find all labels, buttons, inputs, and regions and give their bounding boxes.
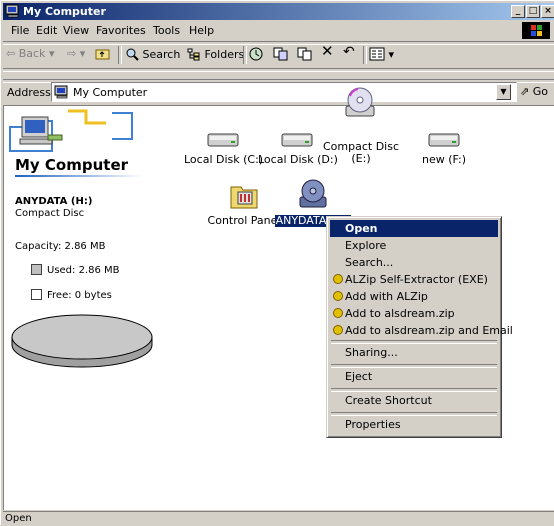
menu-tools[interactable]: Tools [153, 24, 180, 37]
search-icon [126, 48, 139, 61]
heading-underline [15, 175, 143, 177]
folders-icon [187, 48, 200, 61]
back-arrow-icon: ⇦ [6, 47, 16, 60]
menu-item-properties[interactable]: Properties [330, 416, 498, 433]
control-panel-icon-item[interactable]: Control Panel [204, 179, 284, 227]
title-bar[interactable]: My Computer _ □ × [3, 3, 554, 20]
alzip-icon [333, 291, 343, 301]
folders-button[interactable]: Folders [187, 47, 244, 62]
toolbar-separator-line [3, 68, 554, 72]
toolbar-separator [243, 46, 247, 64]
menu-item-explore[interactable]: Explore [330, 237, 498, 254]
icon-label: Compact Disc (E:) [322, 140, 399, 165]
capacity-text: Capacity: 2.86 MB [15, 241, 106, 252]
menu-item-alzip-self-extractor[interactable]: ALZip Self-Extractor (EXE) [330, 271, 498, 288]
move-to-icon [273, 47, 288, 61]
panel-heading: My Computer [15, 156, 129, 174]
search-button[interactable]: Search [125, 47, 180, 62]
drive-icon-item[interactable]: Local Disk (C:) [183, 130, 263, 166]
icon-label: new (F:) [422, 153, 466, 166]
drive-type: Compact Disc [15, 208, 85, 219]
control-panel-icon [230, 186, 258, 209]
address-dropdown-button[interactable]: ▼ [496, 84, 511, 100]
menu-item-open[interactable]: Open [330, 220, 498, 237]
menu-file[interactable]: File [11, 24, 29, 37]
history-button[interactable] [248, 47, 264, 62]
icon-label: Local Disk (C:) [184, 153, 264, 166]
capacity-pie-chart [11, 314, 153, 368]
drive-icon-item[interactable]: new (F:) [404, 130, 484, 166]
toolbar-separator [363, 46, 367, 64]
menu-item-eject[interactable]: Eject [330, 368, 498, 385]
hard-disk-icon [428, 133, 460, 147]
undo-icon[interactable]: ↶ [343, 45, 355, 59]
dropdown-arrow-icon: ▾ [48, 47, 55, 60]
close-button[interactable]: × [541, 5, 554, 18]
delete-icon[interactable]: ✕ [321, 44, 334, 59]
free-swatch [31, 289, 42, 300]
menu-item-add-to-zip-email[interactable]: Add to alsdream.zip and Email [330, 322, 513, 339]
alzip-icon [333, 308, 343, 318]
menu-edit[interactable]: Edit [36, 24, 57, 37]
views-button[interactable]: ▾ [369, 47, 394, 62]
forward-button[interactable]: ⇨ ▾ [67, 47, 85, 61]
windows-logo-icon [522, 22, 550, 39]
cd-drive-icon [345, 87, 375, 117]
copy-to-button[interactable] [297, 47, 313, 62]
go-button[interactable]: ⇗ Go [520, 85, 548, 98]
back-button[interactable]: ⇦ Back ▾ [6, 47, 54, 61]
go-arrow-icon: ⇗ [520, 85, 530, 98]
menu-help[interactable]: Help [189, 24, 214, 37]
window: My Computer _ □ × File Edit View Favorit… [0, 0, 554, 525]
status-text: Open [5, 513, 32, 524]
up-folder-icon [95, 49, 110, 60]
toolbar: ⇦ Back ▾ ⇨ ▾ Search Folders ✕ ↶ ▾ [3, 43, 554, 67]
drive-name: ANYDATA (H:) [15, 196, 93, 207]
cd-drive-icon [299, 179, 327, 208]
views-icon [369, 47, 385, 61]
up-folder-button[interactable] [95, 47, 111, 62]
address-label: Address [7, 86, 51, 99]
hard-disk-icon [207, 133, 239, 147]
alzip-icon [333, 325, 343, 335]
address-field[interactable]: My Computer [51, 82, 517, 102]
hard-disk-icon [281, 133, 313, 147]
free-legend: Free: 0 bytes [31, 289, 112, 301]
dropdown-arrow-icon: ▾ [388, 48, 395, 61]
my-computer-icon [5, 4, 19, 18]
status-bar: Open [3, 511, 554, 526]
menu-bar: File Edit View Favorites Tools Help [3, 21, 554, 40]
my-computer-icon [54, 85, 68, 99]
menu-favorites[interactable]: Favorites [96, 24, 146, 37]
used-swatch [31, 264, 42, 275]
icon-label: Control Panel [207, 214, 281, 227]
move-to-button[interactable] [273, 47, 289, 62]
context-menu: Open Explore Search... ALZip Self-Extrac… [326, 216, 513, 438]
toolbar-separator [118, 46, 122, 64]
menu-item-add-to-zip[interactable]: Add to alsdream.zip [330, 305, 498, 322]
menu-view[interactable]: View [63, 24, 89, 37]
history-icon [249, 47, 263, 61]
window-title: My Computer [23, 5, 106, 18]
address-value: My Computer [73, 86, 148, 99]
alzip-icon [333, 274, 343, 284]
used-legend: Used: 2.86 MB [31, 264, 120, 276]
menu-item-create-shortcut[interactable]: Create Shortcut [330, 392, 498, 409]
menu-item-add-with-alzip[interactable]: Add with ALZip [330, 288, 498, 305]
minimize-button[interactable]: _ [511, 5, 525, 18]
copy-to-icon [297, 47, 312, 61]
my-computer-header-icon [9, 109, 133, 152]
menu-item-sharing[interactable]: Sharing... [330, 344, 498, 361]
menu-item-search[interactable]: Search... [330, 254, 498, 271]
maximize-button[interactable]: □ [526, 5, 540, 18]
